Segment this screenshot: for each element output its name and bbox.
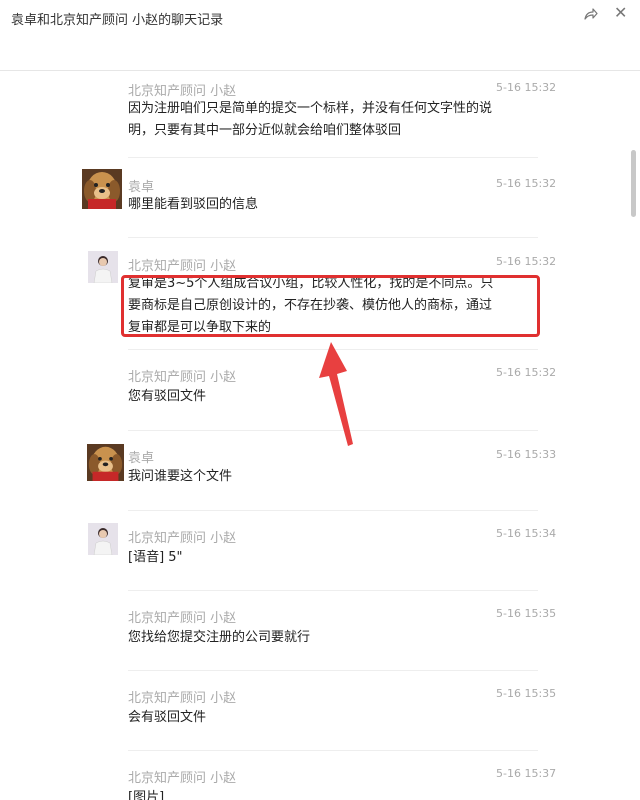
dog-avatar-image (87, 444, 124, 481)
image-message[interactable]: [图片] (128, 787, 538, 800)
message-divider (128, 157, 538, 158)
message-divider (128, 510, 538, 511)
message-text[interactable]: 因为注册咱们只是简单的提交一个标样，并没有任何文字性的说 明，只要有其中一部分近… (128, 98, 538, 142)
message-divider (128, 670, 538, 671)
message-time: 5-16 15:34 (496, 527, 557, 540)
avatar[interactable] (82, 169, 122, 209)
message-sender: 北京知产顾问 小赵 (128, 771, 237, 786)
voice-message[interactable]: [语音] 5" (128, 547, 538, 569)
message-time: 5-16 15:32 (496, 177, 557, 190)
message-sender: 北京知产顾问 小赵 (128, 611, 237, 626)
message-time: 5-16 15:32 (496, 366, 557, 379)
message-sender: 袁卓 (128, 451, 155, 466)
message-divider (128, 237, 538, 238)
message-time: 5-16 15:33 (496, 448, 557, 461)
message-time: 5-16 15:37 (496, 767, 557, 780)
message-time: 5-16 15:32 (496, 81, 557, 94)
person-avatar-image (88, 251, 118, 283)
message-sender: 北京知产顾问 小赵 (128, 370, 237, 385)
message-time: 5-16 15:35 (496, 687, 557, 700)
message-divider (128, 750, 538, 751)
message-list[interactable]: 北京知产顾问 小赵 5-16 15:32 因为注册咱们只是简单的提交一个标样，并… (0, 71, 625, 800)
message-time: 5-16 15:35 (496, 607, 557, 620)
dog-avatar-image (82, 169, 122, 209)
message-sender: 北京知产顾问 小赵 (128, 84, 237, 99)
message-divider (128, 590, 538, 591)
person-avatar-image (88, 523, 118, 555)
avatar[interactable] (87, 444, 124, 481)
share-icon[interactable] (583, 6, 599, 22)
message-sender: 北京知产顾问 小赵 (128, 259, 237, 274)
window-title: 袁卓和北京知产顾问 小赵的聊天记录 (11, 13, 224, 28)
message-text[interactable]: 您找给您提交注册的公司要就行 (128, 627, 538, 649)
avatar[interactable] (88, 523, 118, 555)
message-text[interactable]: 会有驳回文件 (128, 707, 538, 729)
message-sender: 袁卓 (128, 180, 155, 195)
arrow-up-icon (319, 342, 353, 446)
avatar[interactable] (88, 251, 118, 283)
highlight-box (121, 275, 540, 337)
title-bar: 袁卓和北京知产顾问 小赵的聊天记录 ✕ (0, 0, 640, 71)
message-text[interactable]: 我问谁要这个文件 (128, 466, 538, 488)
message-sender: 北京知产顾问 小赵 (128, 531, 237, 546)
close-icon[interactable]: ✕ (614, 5, 627, 21)
message-sender: 北京知产顾问 小赵 (128, 691, 237, 706)
scrollbar-thumb[interactable] (631, 150, 636, 217)
message-time: 5-16 15:32 (496, 255, 557, 268)
message-text[interactable]: 哪里能看到驳回的信息 (128, 194, 538, 216)
